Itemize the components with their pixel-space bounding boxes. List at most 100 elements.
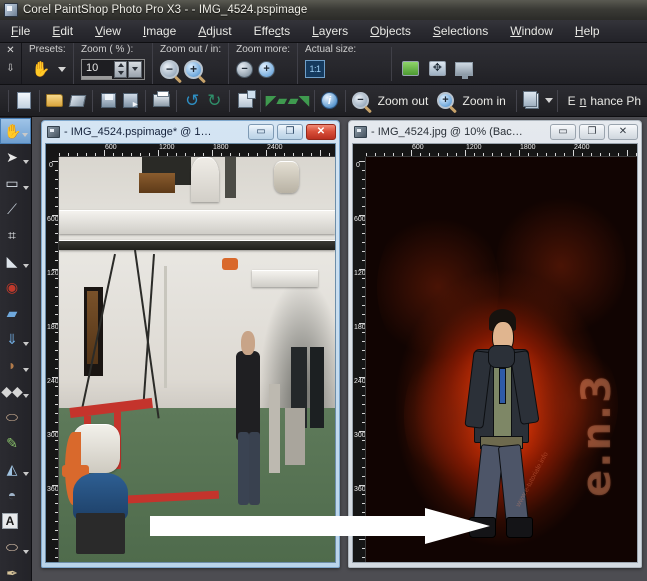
tool-paint-brush[interactable]: ✎: [0, 430, 31, 456]
pin-icon[interactable]: ⇩: [6, 63, 14, 75]
rotate-right-button[interactable]: ▰◥: [287, 88, 310, 114]
copies-button[interactable]: [521, 88, 543, 114]
tool-preset-shape[interactable]: ⬭: [0, 534, 31, 560]
hand-tool-icon[interactable]: ✋: [29, 58, 53, 80]
result-horizontal-ruler[interactable]: 0600120018002400: [353, 144, 637, 157]
rotate-left-button[interactable]: ◤▰: [265, 88, 288, 114]
menu-layers[interactable]: Layers: [301, 21, 359, 41]
image-info-button[interactable]: i: [318, 88, 340, 114]
tool-makeover[interactable]: ▰: [0, 300, 31, 326]
source-minimize-button[interactable]: ▭: [248, 124, 274, 140]
red-eye-icon: ◉: [5, 279, 19, 295]
duplicate-button[interactable]: [234, 88, 256, 114]
chevron-down-icon[interactable]: [23, 264, 29, 268]
tool-straighten[interactable]: ◣: [0, 248, 31, 274]
chevron-down-icon[interactable]: [23, 550, 29, 554]
chevron-down-icon[interactable]: [23, 186, 29, 190]
source-vertical-ruler[interactable]: 060012001800240030003600: [46, 157, 59, 562]
result-maximize-button[interactable]: ❐: [579, 124, 605, 140]
redo-button[interactable]: ↻: [203, 88, 225, 114]
chevron-down-icon[interactable]: [23, 394, 29, 398]
result-canvas[interactable]: e.n.3 www.e-tutoriale.info: [366, 157, 637, 562]
fit-window-icon[interactable]: [426, 59, 448, 79]
tool-eraser[interactable]: ◓: [0, 482, 31, 508]
menu-objects[interactable]: Objects: [359, 21, 422, 41]
tool-smudge[interactable]: ⬭: [0, 404, 31, 430]
zoom-in-label[interactable]: Zoom in: [457, 94, 512, 108]
menu-selections[interactable]: Selections: [422, 21, 499, 41]
menu-file[interactable]: File: [0, 21, 41, 41]
save-as-button[interactable]: [119, 88, 141, 114]
tool-dropper[interactable]: ⟋: [0, 196, 31, 222]
menu-effects[interactable]: Effects: [243, 21, 301, 41]
menu-adjust[interactable]: Adjust: [187, 21, 242, 41]
source-close-button[interactable]: ✕: [306, 124, 336, 140]
chevron-down-icon[interactable]: [23, 160, 29, 164]
chevron-up-icon: [117, 63, 124, 68]
source-horizontal-ruler[interactable]: 0600120018002400: [46, 144, 335, 157]
print-button[interactable]: [150, 88, 172, 114]
circle-plus-icon[interactable]: +: [258, 60, 276, 78]
source-maximize-button[interactable]: ❐: [277, 124, 303, 140]
magnifier-minus-icon[interactable]: −: [160, 59, 179, 79]
new-file-button[interactable]: [13, 88, 35, 114]
save-button[interactable]: [97, 88, 119, 114]
source-photo-window[interactable]: - IMG_4524.pspimage* @ 1… ▭ ❐ ✕ 06001200…: [41, 120, 340, 568]
hand-icon: ✋: [4, 123, 22, 139]
chevron-down-icon[interactable]: [58, 66, 66, 72]
tool-crop[interactable]: ⌗: [0, 222, 31, 248]
open-file-button[interactable]: [44, 88, 66, 114]
zoom-in-button[interactable]: +: [434, 88, 456, 114]
full-screen-icon[interactable]: [453, 59, 475, 79]
menu-edit[interactable]: Edit: [41, 21, 84, 41]
enhance-photo-menu[interactable]: En hance Ph: [562, 94, 647, 108]
browse-button[interactable]: [66, 88, 88, 114]
zoom-value[interactable]: 10: [82, 60, 112, 79]
tool-red-eye[interactable]: ◉: [0, 274, 31, 300]
tool-selection[interactable]: ▭: [0, 170, 31, 196]
chevron-down-icon[interactable]: [22, 133, 28, 137]
chevron-down-icon: [132, 67, 138, 71]
fit-image-icon[interactable]: [399, 59, 421, 79]
menu-view[interactable]: View: [84, 21, 132, 41]
chevron-down-icon[interactable]: [23, 368, 29, 372]
chevron-down-icon[interactable]: [23, 342, 29, 346]
zoom-out-label[interactable]: Zoom out: [372, 94, 435, 108]
tool-pen[interactable]: ✒: [0, 560, 31, 581]
tool-clone-brush[interactable]: ⇓: [0, 326, 31, 352]
menu-file-label: ile: [18, 24, 31, 38]
result-close-button[interactable]: ✕: [608, 124, 638, 140]
folder-open-icon: [46, 94, 64, 107]
magnifier-plus-icon[interactable]: +: [184, 59, 203, 79]
circle-minus-icon[interactable]: −: [236, 60, 254, 78]
tool-scratch-remover[interactable]: ◗: [0, 352, 31, 378]
tool-dodge-burn[interactable]: ◆◆: [0, 378, 31, 404]
zoom-percent-label: Zoom ( % ):: [81, 44, 134, 55]
rotate-left-icon: ◤▰: [265, 92, 288, 108]
tool-flood-fill[interactable]: ◭: [0, 456, 31, 482]
menu-help[interactable]: Help: [564, 21, 611, 41]
floppy-save-icon: [100, 93, 116, 108]
zoom-stepper[interactable]: [114, 60, 127, 78]
options-bar-grip[interactable]: ✕ ⇩: [0, 43, 22, 84]
actual-size-button[interactable]: 1:1: [305, 60, 326, 78]
zoom-percent-group: Zoom ( % ): 10: [73, 43, 152, 84]
result-artwork-window[interactable]: - IMG_4524.jpg @ 10% (Bac… ▭ ❐ ✕ 0600120…: [348, 120, 642, 568]
zoom-spinbox[interactable]: 10: [81, 58, 145, 80]
menu-image[interactable]: Image: [132, 21, 187, 41]
undo-button[interactable]: ↺: [181, 88, 203, 114]
tool-text[interactable]: A: [0, 508, 31, 534]
tool-pick[interactable]: ➤: [0, 144, 31, 170]
result-vertical-ruler[interactable]: 060012001800240030003600: [353, 157, 366, 562]
source-canvas[interactable]: [59, 157, 335, 562]
zoom-dropdown-button[interactable]: [128, 60, 142, 78]
chevron-down-icon[interactable]: [544, 98, 553, 103]
chevron-down-icon[interactable]: [23, 472, 29, 476]
menu-window[interactable]: Window: [499, 21, 564, 41]
close-icon[interactable]: ✕: [6, 45, 14, 57]
zoom-more-label: Zoom more:: [236, 44, 291, 55]
result-minimize-button[interactable]: ▭: [550, 124, 576, 140]
clone-brush-icon: ⇓: [6, 331, 18, 347]
tool-pan[interactable]: ✋: [0, 118, 31, 144]
zoom-out-button[interactable]: −: [349, 88, 371, 114]
